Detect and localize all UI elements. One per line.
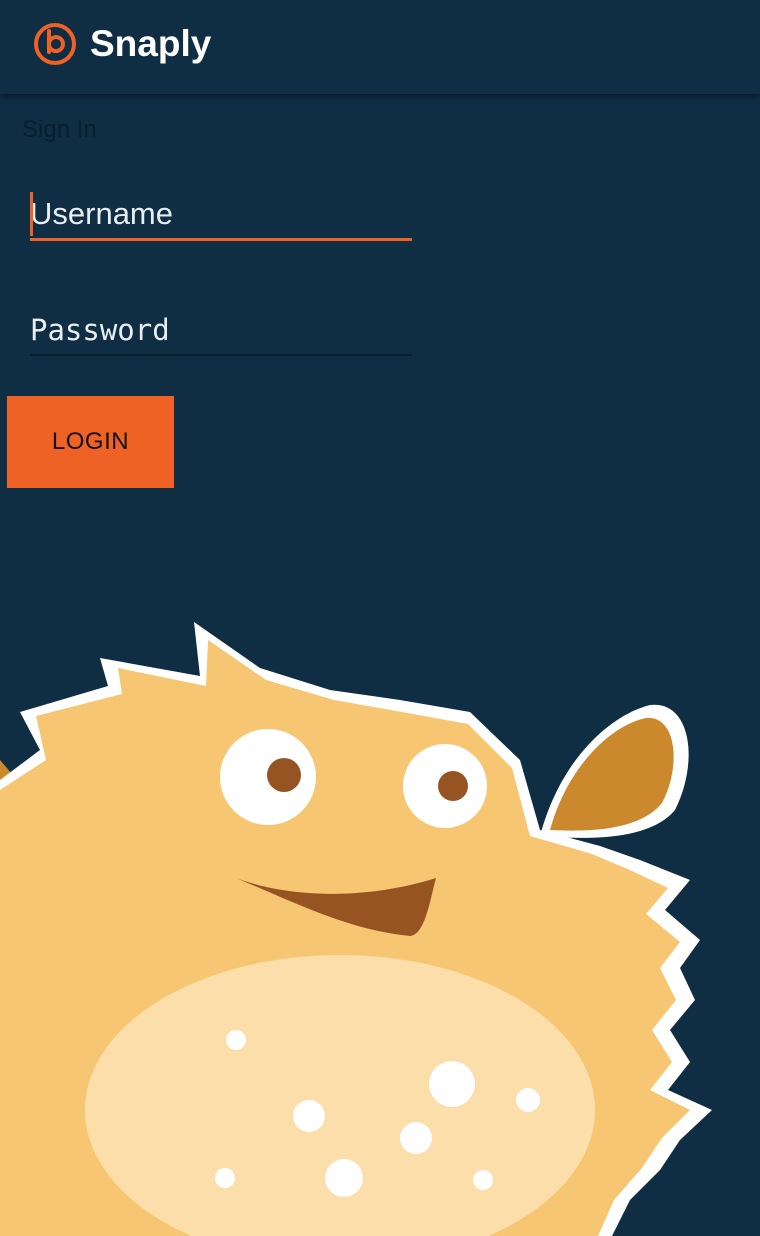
text-cursor bbox=[30, 192, 33, 236]
snaply-logo-icon bbox=[34, 23, 76, 65]
password-field[interactable] bbox=[30, 306, 412, 356]
app-title: Snaply bbox=[90, 23, 212, 64]
sign-in-label: Sign In bbox=[22, 116, 97, 143]
app-bar: Snaply bbox=[0, 0, 760, 94]
username-field[interactable] bbox=[30, 190, 412, 241]
password-input[interactable] bbox=[30, 306, 412, 354]
username-input[interactable] bbox=[30, 190, 412, 238]
login-button[interactable]: LOGIN bbox=[7, 396, 174, 488]
pufferfish-mascot bbox=[0, 622, 712, 1236]
